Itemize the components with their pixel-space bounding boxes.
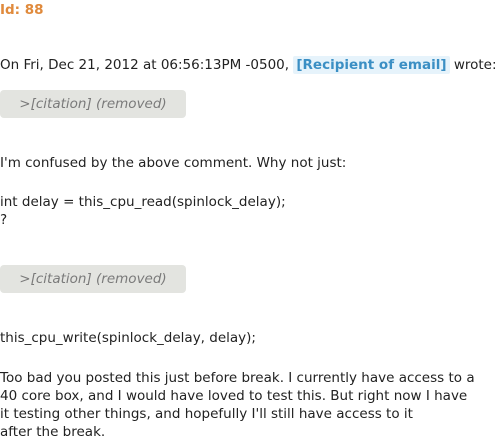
question-mark-line: ? — [0, 212, 8, 228]
body-line: I'm confused by the above comment. Why n… — [0, 155, 347, 171]
message-id-label: Id: 88 — [0, 2, 44, 18]
recipient-tag: [Recipient of email] — [293, 56, 450, 74]
intro-prefix: On Fri, Dec 21, 2012 at 06:56:13PM -0500… — [0, 57, 290, 73]
paragraph-line: 40 core box, and I would have loved to t… — [0, 388, 468, 404]
email-intro-line: On Fri, Dec 21, 2012 at 06:56:13PM -0500… — [0, 55, 497, 75]
code-line: this_cpu_write(spinlock_delay, delay); — [0, 330, 256, 346]
paragraph-line: after the break. — [0, 424, 106, 440]
paragraph-line: it testing other things, and hopefully I… — [0, 406, 413, 422]
citation-block: >[citation] (removed) — [0, 265, 186, 293]
paragraph-line: Too bad you posted this just before brea… — [0, 370, 475, 386]
code-line: int delay = this_cpu_read(spinlock_delay… — [0, 194, 286, 210]
citation-block: >[citation] (removed) — [0, 90, 186, 118]
intro-suffix: wrote: — [453, 57, 497, 73]
